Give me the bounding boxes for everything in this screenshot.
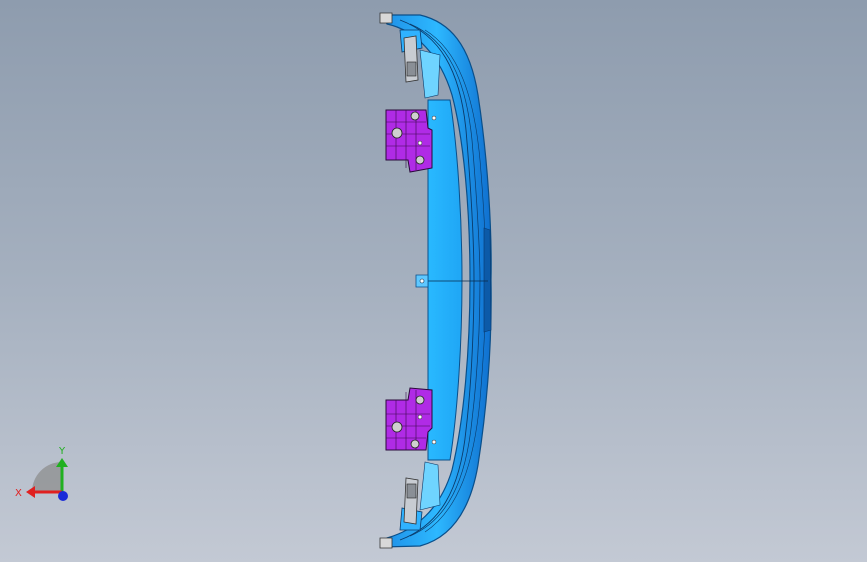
coordinate-triad[interactable]: Y X [10, 440, 80, 510]
graphics-viewport[interactable]: Y X [0, 0, 867, 562]
x-axis-label: X [15, 488, 22, 499]
bumper-center-face [427, 99, 463, 461]
y-axis-label: Y [58, 446, 66, 457]
bumper-right-strip [483, 227, 492, 333]
bumper-model[interactable] [0, 0, 867, 562]
x-axis-arrow-icon [26, 486, 35, 498]
z-axis-dot [58, 491, 68, 501]
